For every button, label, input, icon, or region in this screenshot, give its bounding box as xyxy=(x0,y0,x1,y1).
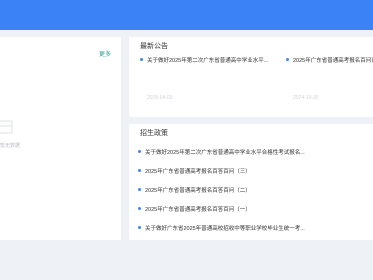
policy-item-text[interactable]: 关于做好广东省2025年普通高校招收中等职业学校毕业生统一考... xyxy=(145,224,305,232)
top-header-bar xyxy=(0,0,373,30)
notice-item-text[interactable]: 2025年广东省普通高考报名百问百答... xyxy=(293,56,373,64)
more-link[interactable]: 更多 xyxy=(99,49,111,58)
bullet-dot-icon xyxy=(138,169,141,172)
admission-policy-panel: 招生政策 关于做好2025年第二次广东省普通高中学业水平合格性考试报名... 2… xyxy=(129,124,373,240)
notice-item-date: 2025-04-03 xyxy=(147,95,173,101)
policy-item-text[interactable]: 2025年广东省普通高考报名百答百问（二） xyxy=(145,186,251,194)
notices-title: 最新公告 xyxy=(140,43,168,50)
bullet-dot-icon xyxy=(286,58,289,61)
policy-item[interactable]: 2025年广东省普通高考报名百答百问（二） xyxy=(129,180,373,199)
latest-notices-panel: 最新公告 关于做好2025年第二次广东省普通高中学业水平... 2025-04-… xyxy=(129,37,373,117)
policies-title: 招生政策 xyxy=(140,130,168,137)
policy-item[interactable]: 关于做好广东省2025年普通高校招收中等职业学校毕业生统一考... xyxy=(129,218,373,237)
bullet-dot-icon xyxy=(140,58,143,61)
policy-item-text[interactable]: 2025年广东省普通高考报名百答百问（一） xyxy=(145,205,251,213)
notice-item-date: 2024-10-30 xyxy=(293,95,319,101)
policy-item-text[interactable]: 2025年广东省普通高考报名百答百问（三） xyxy=(145,167,251,175)
policy-item[interactable]: 关于做好2025年第二次广东省普通高中学业水平合格性考试报名... xyxy=(129,142,373,161)
bullet-dot-icon xyxy=(138,207,141,210)
empty-state-text: 暂无数据 xyxy=(0,143,21,149)
policy-list: 关于做好2025年第二次广东省普通高中学业水平合格性考试报名... 2025年广… xyxy=(129,142,373,237)
bullet-dot-icon xyxy=(138,188,141,191)
empty-box-icon xyxy=(0,120,13,134)
bullet-dot-icon xyxy=(138,150,141,153)
left-content-panel: 更多 暂无数据 xyxy=(0,37,121,240)
notice-item-text[interactable]: 关于做好2025年第二次广东省普通高中学业水平... xyxy=(147,56,268,64)
policy-item[interactable]: 2025年广东省普通高考报名百答百问（一） xyxy=(129,199,373,218)
policy-item-text[interactable]: 关于做好2025年第二次广东省普通高中学业水平合格性考试报名... xyxy=(145,148,305,156)
bullet-dot-icon xyxy=(138,226,141,229)
policy-item[interactable]: 2025年广东省普通高考报名百答百问（三） xyxy=(129,161,373,180)
